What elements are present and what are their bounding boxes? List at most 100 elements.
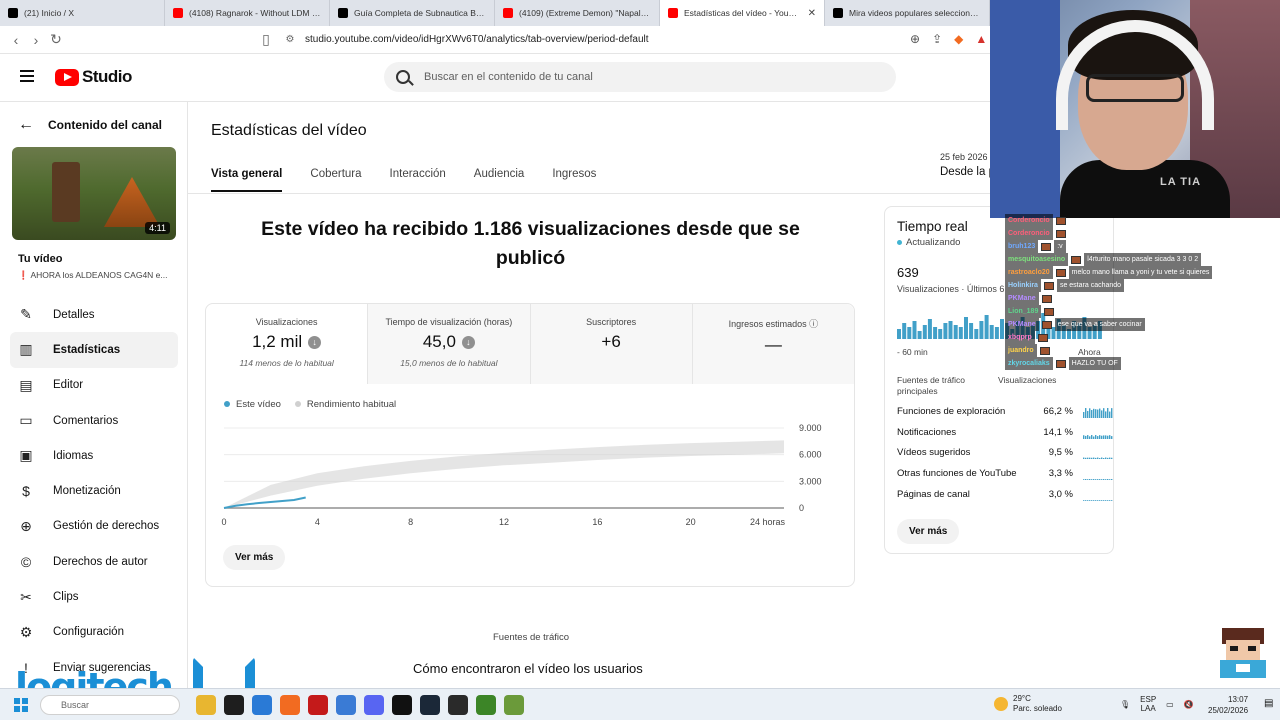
sidebar-item-0[interactable]: ✎ Detalles (10, 297, 178, 332)
notification-icon[interactable]: ▤ (1264, 698, 1273, 709)
legend-item[interactable]: Rendimiento habitual (294, 399, 396, 410)
realtime-bar[interactable] (1000, 319, 1004, 339)
back-arrow-icon[interactable]: ‹ (6, 32, 26, 48)
metric-label-text: Tiempo de visualización (horas) (385, 317, 513, 327)
browser-tab[interactable]: (4109) (Extreme Demon) "Napalm" 1 (495, 0, 660, 26)
realtime-bar[interactable] (902, 323, 907, 339)
realtime-bar[interactable] (927, 319, 932, 339)
realtime-bar[interactable] (897, 329, 901, 339)
legend-item[interactable]: Este vídeo (224, 399, 281, 410)
sidebar-item-6[interactable]: ⊕ Gestión de derechos (10, 509, 178, 544)
analytics-icon: ▥ (19, 341, 33, 358)
zoom-icon[interactable]: ⊕ (910, 32, 920, 46)
notepad-icon[interactable] (336, 695, 356, 715)
sidebar-item-4[interactable]: ▣ Idiomas (10, 438, 178, 473)
realtime-see-more-button[interactable]: Ver más (897, 519, 960, 544)
metric-card[interactable]: Tiempo de visualización (horas) 45,0 ↓ 15,0… (368, 304, 531, 384)
bookmark-icon[interactable]: ▯ (256, 31, 276, 48)
tab-0[interactable]: Vista general (211, 168, 283, 192)
realtime-bar[interactable] (907, 327, 912, 339)
metric-card[interactable]: Visualizaciones 1,2 mil ↓ 114 menos de lo h… (206, 304, 369, 384)
realtime-bar[interactable] (917, 331, 922, 339)
close-tab-icon[interactable]: ✕ (808, 8, 816, 19)
taskbar-clock[interactable]: 13:07 25/02/2026 (1208, 694, 1248, 716)
date-range-small[interactable]: 25 feb 2026 (940, 152, 988, 162)
obs-icon[interactable] (448, 695, 468, 715)
taskbar-search-input[interactable]: Buscar (40, 695, 180, 715)
video-thumbnail[interactable]: 4:11 (12, 147, 176, 240)
realtime-bar[interactable] (938, 329, 943, 339)
studio-logo[interactable]: Studio (55, 67, 132, 87)
minecraft-block-icon[interactable] (504, 695, 524, 715)
top-source-row[interactable]: Funciones de exploración 66,2 % (897, 406, 1113, 420)
sidebar-item-5[interactable]: $ Monetización (10, 473, 178, 508)
browser-tab[interactable]: Mira videos populares seleccionados (825, 0, 990, 26)
url-field[interactable]: studio.youtube.com/video/idHgrXWv6T0/ana… (305, 34, 649, 45)
realtime-bar[interactable] (958, 327, 963, 339)
rewards-icon[interactable]: ▲ (975, 32, 987, 46)
weather-temp: 29°C (1013, 694, 1031, 703)
tab-1[interactable]: Cobertura (310, 168, 361, 192)
forward-arrow-icon[interactable]: › (26, 32, 46, 48)
metric-card[interactable]: Suscriptores +6 (530, 304, 693, 384)
date-range-picker[interactable]: Desde la p (940, 166, 995, 178)
reload-icon[interactable]: ↻ (46, 31, 66, 48)
top-source-row[interactable]: Notificaciones 14,1 % (897, 427, 1113, 441)
top-source-row[interactable]: Otras funciones de YouTube 3,3 % (897, 468, 1113, 482)
brave-icon[interactable] (280, 695, 300, 715)
metric-card[interactable]: Ingresos estimados ⓘ — (692, 304, 854, 384)
realtime-bar[interactable] (974, 329, 979, 339)
tab-2[interactable]: Interacción (390, 168, 446, 192)
share-icon[interactable]: ⇪ (932, 32, 942, 46)
browser-tab[interactable]: Guía Completa de Subnautica Below (330, 0, 495, 26)
capcut-icon[interactable] (392, 695, 412, 715)
media-icon[interactable] (308, 695, 328, 715)
minecraft-icon[interactable] (476, 695, 496, 715)
discord-icon[interactable] (364, 695, 384, 715)
realtime-bar[interactable] (964, 317, 968, 339)
network-icon[interactable]: ▭ (1166, 700, 1174, 709)
info-icon[interactable]: ⓘ (807, 319, 818, 329)
brave-shield-icon[interactable]: ◆ (954, 32, 963, 46)
sidebar-item-8[interactable]: ✂ Clips (10, 579, 178, 614)
top-source-row[interactable]: Páginas de canal 3,0 % (897, 488, 1113, 503)
back-to-content-button[interactable]: ← Contenido del canal (18, 116, 162, 134)
tab-4[interactable]: Ingresos (552, 168, 596, 192)
sidebar-item-2[interactable]: ▤ Editor (10, 368, 178, 403)
realtime-bar[interactable] (943, 323, 948, 339)
top-source-pct: 3,0 % (1048, 488, 1073, 500)
sidebar-item-7[interactable]: © Derechos de autor (10, 544, 178, 579)
store-icon[interactable] (252, 695, 272, 715)
browser-tab[interactable]: Estadísticas del vídeo - YouTube ✕ (660, 0, 825, 26)
realtime-bar[interactable] (912, 321, 917, 339)
sidebar-item-1[interactable]: ▥ Estadísticas (10, 332, 178, 368)
see-more-button[interactable]: Ver más (223, 545, 286, 570)
top-source-row[interactable]: Vídeos sugeridos 9,5 % (897, 447, 1113, 461)
terminal-icon[interactable] (224, 695, 244, 715)
weather-widget[interactable]: 29°C Parc. soleado (994, 694, 1062, 714)
mic-icon[interactable]: 🎙 (1120, 700, 1130, 709)
menu-icon[interactable] (20, 70, 34, 82)
tab-3[interactable]: Audiencia (474, 168, 525, 192)
site-settings-icon[interactable]: ⚙ (280, 34, 300, 45)
realtime-bar[interactable] (969, 323, 974, 339)
trend-down-icon: ↓ (308, 335, 322, 349)
realtime-bar[interactable] (989, 325, 994, 339)
search-input[interactable]: Buscar en el contenido de tu canal (384, 62, 896, 92)
realtime-bar[interactable] (922, 325, 927, 339)
file-explorer-icon[interactable] (196, 695, 216, 715)
sidebar-item-9[interactable]: ⚙ Configuración (10, 615, 178, 650)
realtime-bar[interactable] (948, 321, 953, 339)
browser-tab[interactable]: (21) Inicio / X (0, 0, 165, 26)
realtime-bar[interactable] (979, 321, 984, 339)
volume-icon[interactable]: 🔇 (1184, 700, 1194, 709)
realtime-bar[interactable] (933, 327, 938, 339)
realtime-bar[interactable] (994, 327, 999, 339)
browser-tab[interactable]: (4108) Ragnarok - Without LDM in Pe (165, 0, 330, 26)
realtime-bar[interactable] (953, 325, 958, 339)
sidebar-item-3[interactable]: ▭ Comentarios (10, 403, 178, 438)
windows-start-icon[interactable] (14, 698, 28, 712)
steam-icon[interactable] (420, 695, 440, 715)
realtime-bar[interactable] (984, 315, 989, 339)
language-indicator[interactable]: ESP LAA (1140, 695, 1156, 713)
